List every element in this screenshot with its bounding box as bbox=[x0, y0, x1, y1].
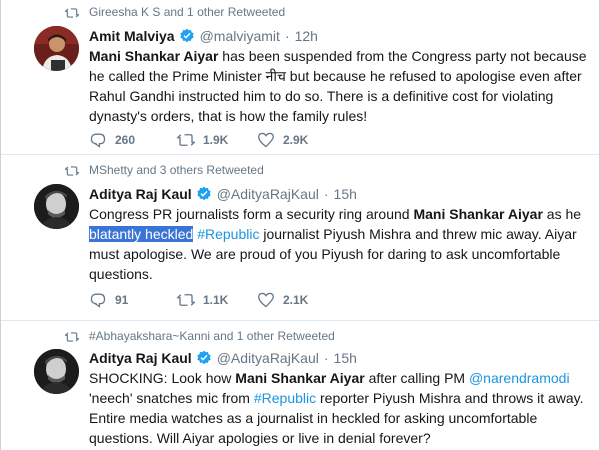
author-name[interactable]: Aditya Raj Kaul bbox=[89, 350, 192, 366]
verified-icon bbox=[197, 186, 211, 201]
retweet-icon bbox=[65, 332, 79, 342]
like-icon bbox=[258, 132, 274, 148]
tweet[interactable]: MShetty and 3 others Retweeted Aditya Ra… bbox=[1, 155, 599, 321]
tweet-actions: 91 1.1K 2.1K bbox=[89, 290, 327, 310]
retweet-count: 1.9K bbox=[203, 133, 229, 147]
retweet-button[interactable]: 1.1K bbox=[177, 292, 249, 308]
text-part: SHOCKING: Look how bbox=[89, 370, 236, 386]
author-handle[interactable]: @malviyamit bbox=[200, 28, 280, 44]
reply-button[interactable]: 91 bbox=[89, 292, 159, 308]
retweet-count: 1.1K bbox=[203, 293, 229, 307]
timeline: Gireesha K S and 1 other Retweeted Amit … bbox=[0, 0, 600, 450]
tweet-text: Mani Shankar Aiyar has been suspended fr… bbox=[89, 46, 589, 126]
bold-name: Mani Shankar Aiyar bbox=[235, 370, 365, 386]
tweet-text: Congress PR journalists form a security … bbox=[89, 204, 589, 284]
like-icon bbox=[258, 292, 274, 308]
author-name[interactable]: Amit Malviya bbox=[89, 28, 175, 44]
retweet-icon bbox=[65, 8, 79, 18]
retweet-icon bbox=[177, 294, 195, 306]
hashtag-link[interactable]: #Republic bbox=[254, 390, 316, 406]
avatar[interactable] bbox=[34, 26, 79, 71]
avatar[interactable] bbox=[34, 349, 79, 394]
reply-count: 91 bbox=[115, 293, 129, 307]
tweet-text: SHOCKING: Look how Mani Shankar Aiyar af… bbox=[89, 368, 589, 448]
tweet-header: Aditya Raj Kaul @AdityaRajKaul · 15h bbox=[89, 184, 357, 204]
reply-icon bbox=[90, 293, 106, 308]
text-part: as he bbox=[542, 206, 582, 222]
mention-link[interactable]: @narendramodi bbox=[469, 370, 570, 386]
separator: · bbox=[284, 28, 290, 44]
text-part: Congress PR journalists form a security … bbox=[89, 206, 414, 222]
retweet-note[interactable]: Gireesha K S and 1 other Retweeted bbox=[89, 5, 285, 19]
like-button[interactable]: 2.1K bbox=[257, 292, 327, 308]
retweet-button[interactable]: 1.9K bbox=[177, 132, 249, 148]
text-part: after calling PM bbox=[364, 370, 469, 386]
hashtag-link[interactable]: #Republic bbox=[197, 226, 259, 242]
timestamp[interactable]: 15h bbox=[334, 350, 357, 366]
bold-name: Mani Shankar Aiyar bbox=[413, 206, 543, 222]
tweet[interactable]: #Abhayakshara~Kanni and 1 other Retweete… bbox=[1, 321, 599, 450]
tweet[interactable]: Gireesha K S and 1 other Retweeted Amit … bbox=[1, 0, 599, 155]
text-part: 'neech' snatches mic from bbox=[89, 390, 254, 406]
verified-icon bbox=[197, 350, 211, 365]
like-count: 2.1K bbox=[283, 293, 309, 307]
retweet-icon bbox=[65, 166, 79, 176]
tweet-actions: 260 1.9K 2.9K bbox=[89, 130, 327, 150]
author-name[interactable]: Aditya Raj Kaul bbox=[89, 186, 192, 202]
verified-icon bbox=[179, 28, 194, 43]
author-handle[interactable]: @AdityaRajKaul bbox=[217, 350, 319, 366]
bold-name: Mani Shankar Aiyar bbox=[89, 48, 219, 64]
timestamp[interactable]: 12h bbox=[295, 28, 318, 44]
retweet-note[interactable]: #Abhayakshara~Kanni and 1 other Retweete… bbox=[89, 329, 335, 343]
reply-button[interactable]: 260 bbox=[89, 132, 159, 148]
reply-count: 260 bbox=[115, 133, 136, 147]
separator: · bbox=[323, 186, 329, 202]
like-button[interactable]: 2.9K bbox=[257, 132, 327, 148]
avatar[interactable] bbox=[34, 184, 79, 229]
reply-icon bbox=[90, 133, 106, 148]
tweet-header: Amit Malviya @malviyamit · 12h bbox=[89, 26, 318, 46]
author-handle[interactable]: @AdityaRajKaul bbox=[217, 186, 319, 202]
tweet-header: Aditya Raj Kaul @AdityaRajKaul · 15h bbox=[89, 348, 357, 368]
retweet-icon bbox=[177, 134, 195, 146]
like-count: 2.9K bbox=[283, 133, 309, 147]
selected-text: blatantly heckled bbox=[89, 226, 194, 242]
retweet-note[interactable]: MShetty and 3 others Retweeted bbox=[89, 163, 264, 177]
separator: · bbox=[323, 350, 329, 366]
timestamp[interactable]: 15h bbox=[334, 186, 357, 202]
